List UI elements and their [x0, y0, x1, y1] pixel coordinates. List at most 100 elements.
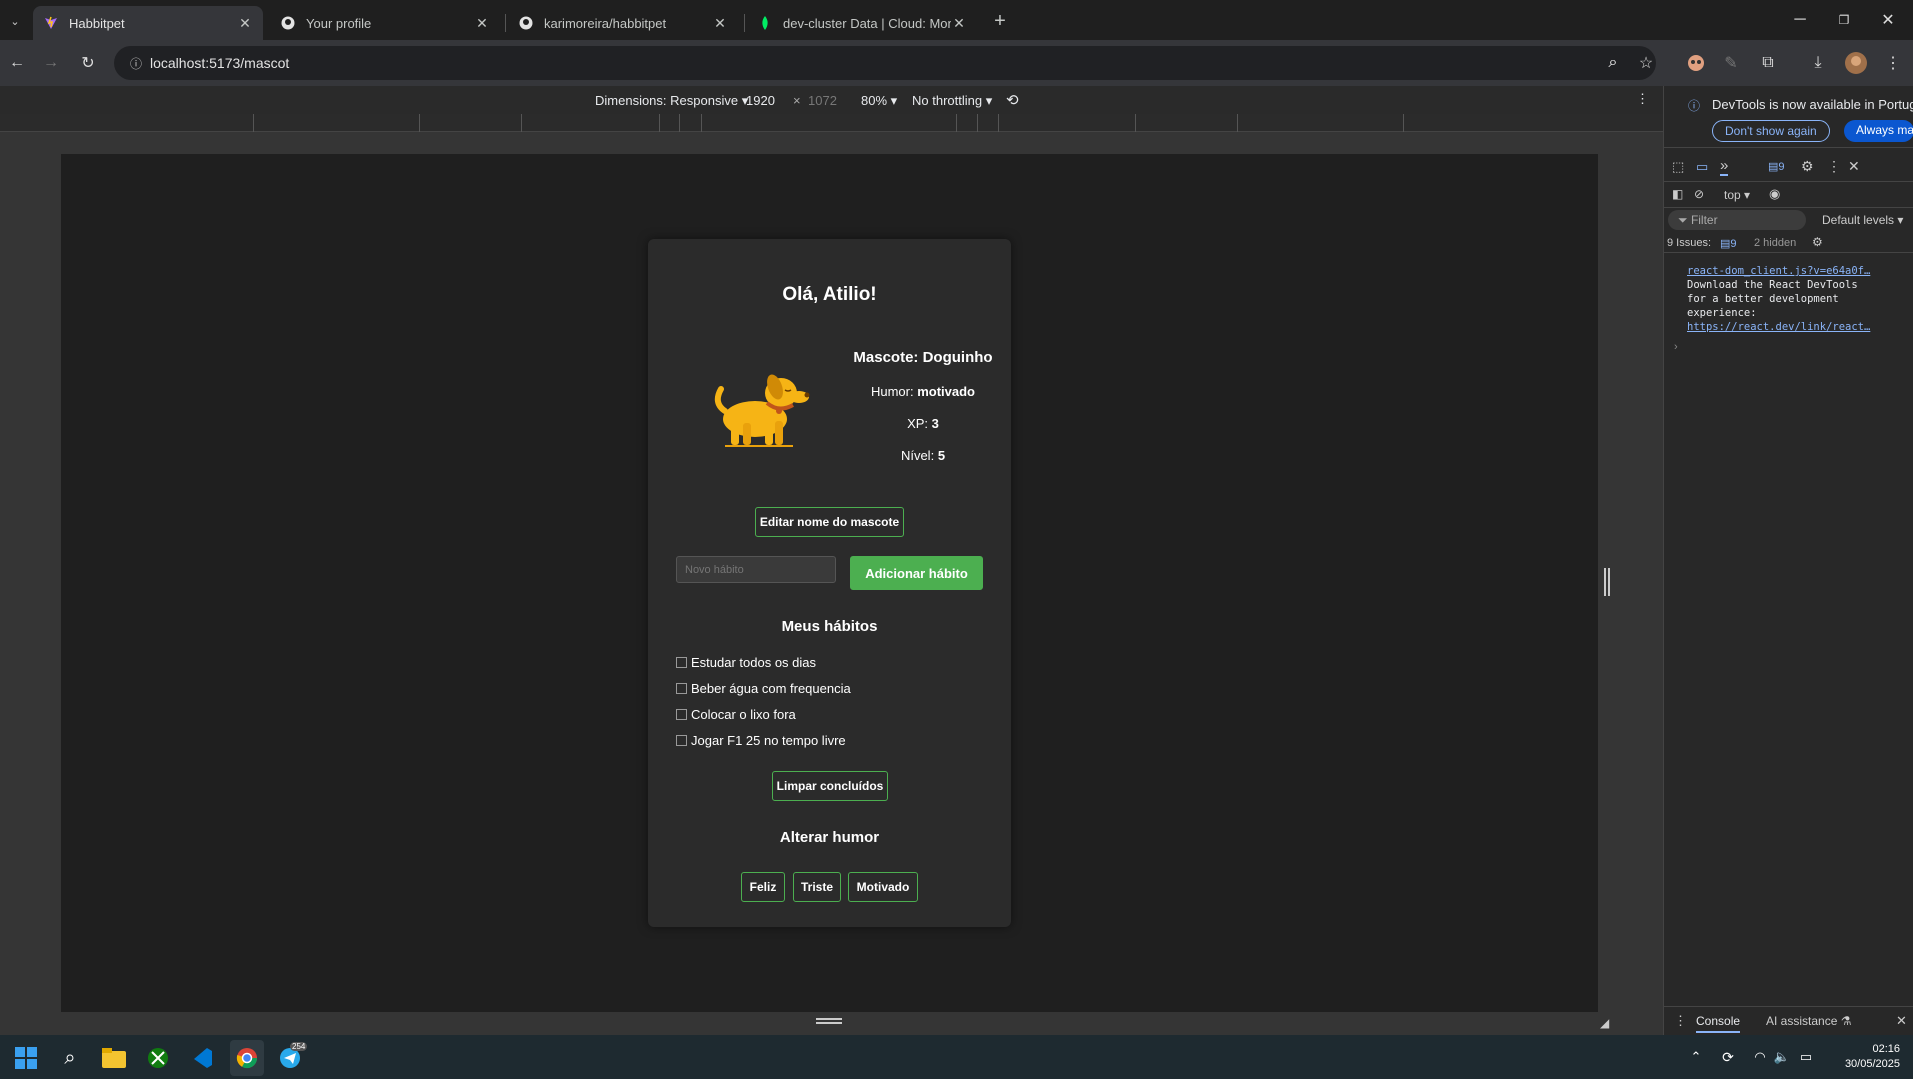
habit-label: Colocar o lixo fora — [691, 707, 796, 722]
habit-checkbox[interactable] — [676, 657, 687, 668]
extensions-puzzle-icon[interactable]: ⧉ — [1757, 52, 1779, 74]
clock[interactable]: 02:16 30/05/2025 — [1820, 1042, 1900, 1072]
rotate-icon[interactable]: ⟲ — [1006, 91, 1019, 109]
dimensions-select[interactable]: Dimensions: Responsive ▾ — [595, 93, 748, 109]
download-icon[interactable]: ⤓ — [1807, 52, 1829, 74]
reload-icon[interactable]: ↻ — [77, 52, 99, 74]
issues-count: ▤9 — [1720, 238, 1737, 250]
telegram-badge: 254 — [290, 1042, 308, 1051]
new-tab-plus-icon[interactable]: + — [988, 9, 1012, 33]
context-select[interactable]: top ▾ — [1724, 188, 1750, 202]
tab-ai-assistance[interactable]: AI assistance ⚗ — [1766, 1014, 1851, 1028]
minimize-icon[interactable]: ─ — [1788, 10, 1812, 30]
sync-icon[interactable]: ⟳ — [1718, 1047, 1738, 1067]
close-icon[interactable]: ✕ — [712, 15, 728, 32]
edit-mascot-name-button[interactable]: Editar nome do mascote — [755, 507, 904, 537]
issues-settings-gear-icon[interactable]: ⚙ — [1812, 235, 1823, 249]
forward-arrow-icon[interactable]: → — [40, 52, 62, 74]
drawer-close-icon[interactable]: ✕ — [1896, 1013, 1907, 1029]
habit-checkbox[interactable] — [676, 709, 687, 720]
height-input[interactable]: 1072 — [808, 93, 837, 108]
mood-value: motivado — [917, 384, 976, 399]
media-query-ruler[interactable] — [0, 114, 1663, 132]
devtools-menu-icon[interactable]: ⋮ — [1827, 158, 1841, 175]
vite-icon — [43, 15, 59, 31]
back-arrow-icon[interactable]: ← — [6, 52, 28, 74]
filter-placeholder: Filter — [1690, 213, 1718, 227]
zoom-icon[interactable]: ⌕ — [1602, 52, 1624, 74]
console-filter-input[interactable]: ⏷ Filter — [1668, 210, 1806, 230]
device-mode-icon[interactable]: ▭ — [1696, 159, 1708, 175]
tab-console[interactable]: Console — [1696, 1014, 1741, 1033]
habit-checkbox[interactable] — [676, 683, 687, 694]
tray-chevron-up-icon[interactable]: ⌃ — [1686, 1047, 1706, 1067]
volume-icon[interactable]: 🔈 — [1772, 1047, 1792, 1067]
windows-start-icon[interactable] — [14, 1046, 38, 1070]
console-prompt-chevron-icon[interactable]: › — [1674, 341, 1678, 353]
sidebar-toggle-icon[interactable]: ◧ — [1672, 187, 1683, 201]
more-options-icon[interactable]: ⋮ — [1636, 91, 1649, 107]
zoom-select[interactable]: 80% ▾ — [861, 93, 897, 109]
resize-handle-right[interactable] — [1604, 568, 1610, 596]
clear-completed-button[interactable]: Limpar concluídos — [772, 771, 888, 801]
inspect-icon[interactable]: ⬚ — [1672, 159, 1684, 175]
issues-count-value: 9 — [1730, 238, 1737, 250]
log-levels-select[interactable]: Default levels ▾ — [1822, 213, 1903, 227]
drawer-menu-icon[interactable]: ⋮ — [1674, 1013, 1687, 1029]
always-match-button[interactable]: Always mat — [1844, 120, 1913, 142]
wifi-icon[interactable]: ◠ — [1750, 1047, 1770, 1067]
live-expression-eye-icon[interactable]: ◉ — [1769, 186, 1780, 202]
file-explorer-icon[interactable] — [102, 1046, 126, 1070]
habit-item[interactable]: Estudar todos os dias — [676, 655, 816, 670]
dont-show-again-button[interactable]: Don't show again — [1712, 120, 1830, 142]
tab-habbitpet[interactable]: Habbitpet ✕ — [33, 6, 263, 40]
add-habit-button[interactable]: Adicionar hábito — [850, 556, 983, 590]
settings-gear-icon[interactable]: ⚙ — [1801, 158, 1814, 175]
new-habit-input[interactable] — [676, 556, 836, 583]
habit-item[interactable]: Beber água com frequencia — [676, 681, 851, 696]
console-source-link[interactable]: react-dom_client.js?v=e64a0f… — [1687, 264, 1907, 278]
mood-happy-button[interactable]: Feliz — [741, 872, 785, 902]
tab-github-repo[interactable]: karimoreira/habbitpet ✕ — [508, 6, 738, 40]
close-icon[interactable]: ✕ — [951, 15, 967, 32]
width-input[interactable]: 1920 — [746, 93, 775, 108]
tab-search-icon[interactable]: ⌄ — [4, 10, 26, 32]
habit-item[interactable]: Jogar F1 25 no tempo livre — [676, 733, 846, 748]
pen-icon[interactable]: ✎ — [1720, 52, 1742, 74]
tab-mongodb[interactable]: dev-cluster Data | Cloud: Mong ✕ — [747, 6, 977, 40]
devtools-close-icon[interactable]: ✕ — [1848, 158, 1860, 175]
mood-sad-button[interactable]: Triste — [793, 872, 841, 902]
search-icon[interactable]: ⌕ — [58, 1046, 82, 1070]
habit-label: Jogar F1 25 no tempo livre — [691, 733, 846, 748]
site-info-icon[interactable]: ⓘ — [122, 53, 150, 73]
close-icon[interactable]: ✕ — [237, 15, 253, 32]
clear-console-icon[interactable]: ⊘ — [1694, 187, 1704, 201]
window-close-icon[interactable]: ✕ — [1876, 10, 1900, 30]
vscode-icon[interactable] — [190, 1046, 214, 1070]
issues-bar[interactable]: 9 Issues: ▤9 2 hidden ⚙ — [1664, 233, 1913, 253]
habit-item[interactable]: Colocar o lixo fora — [676, 707, 796, 722]
tab-strip: ⌄ Habbitpet ✕ Your profile ✕ karimoreira… — [0, 0, 1913, 40]
habit-checkbox[interactable] — [676, 735, 687, 746]
restore-icon[interactable]: ❐ — [1832, 10, 1856, 30]
menu-icon[interactable]: ⋮ — [1882, 52, 1904, 74]
mood-heading: Alterar humor — [779, 829, 880, 846]
more-tabs-icon[interactable]: » — [1720, 157, 1729, 176]
address-bar[interactable]: ⓘ localhost:5173/mascot — [114, 46, 1656, 80]
issues-badge[interactable]: ▤9 — [1768, 160, 1785, 173]
throttling-select[interactable]: No throttling ▾ — [912, 93, 992, 109]
resize-handle-bottom[interactable] — [816, 1018, 842, 1024]
resize-corner-icon[interactable]: ◢ — [1600, 1016, 1609, 1030]
extension-icon[interactable] — [1685, 52, 1707, 74]
tab-title: karimoreira/habbitpet — [544, 15, 667, 31]
bookmark-star-icon[interactable]: ☆ — [1635, 52, 1657, 74]
mood-motivated-button[interactable]: Motivado — [848, 872, 918, 902]
battery-icon[interactable]: ▭ — [1796, 1047, 1816, 1067]
close-icon[interactable]: ✕ — [474, 15, 490, 32]
console-url-link[interactable]: https://react.dev/link/react… — [1687, 320, 1907, 334]
chrome-icon[interactable] — [230, 1040, 264, 1076]
xbox-icon[interactable] — [146, 1046, 170, 1070]
tab-profile[interactable]: Your profile ✕ — [270, 6, 500, 40]
avatar[interactable] — [1844, 51, 1868, 75]
telegram-icon[interactable]: 254 — [278, 1042, 308, 1070]
